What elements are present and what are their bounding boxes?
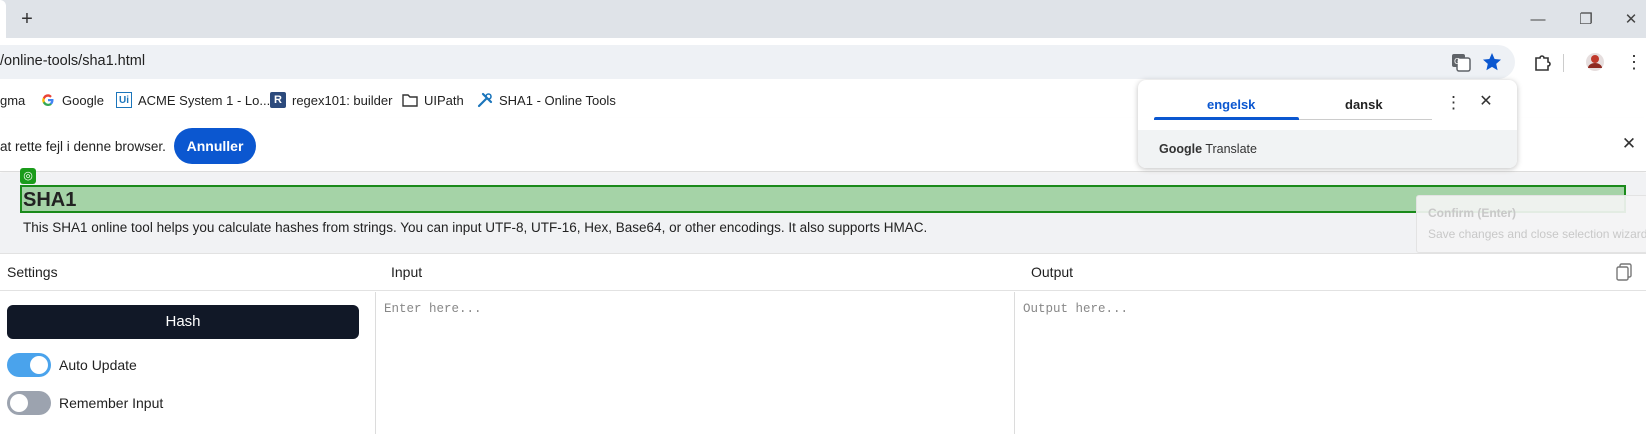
hash-button[interactable]: Hash bbox=[7, 305, 359, 339]
bookmark-uipath-folder[interactable]: UIPath bbox=[402, 91, 464, 109]
bookmark-acme[interactable]: Ui ACME System 1 - Lo... bbox=[116, 91, 270, 109]
page-title: SHA1 bbox=[23, 189, 77, 211]
url-text[interactable]: /online-tools/sha1.html bbox=[0, 53, 145, 69]
folder-icon bbox=[402, 92, 418, 108]
address-bar[interactable]: /online-tools/sha1.html G bbox=[0, 45, 1515, 79]
settings-panel: Hash Auto Update Remember Input bbox=[0, 291, 375, 434]
input-header: Input bbox=[391, 264, 423, 280]
profile-avatar-icon[interactable] bbox=[1584, 51, 1606, 73]
target-icon[interactable]: ◎ bbox=[20, 168, 36, 184]
browser-menu-icon[interactable]: ⋮ bbox=[1625, 51, 1643, 73]
bookmark-google[interactable]: Google bbox=[40, 91, 104, 109]
tooltip-title: Confirm (Enter) bbox=[1428, 206, 1516, 220]
tools-icon bbox=[477, 92, 493, 108]
translate-popup: engelsk dansk ⋮ ✕ Google Translate bbox=[1138, 80, 1517, 168]
translate-footer: Google Translate bbox=[1138, 130, 1517, 168]
extensions-icon[interactable] bbox=[1532, 51, 1554, 73]
bookmark-label: SHA1 - Online Tools bbox=[499, 92, 616, 108]
brand-translate: Translate bbox=[1205, 142, 1257, 156]
auto-update-toggle[interactable] bbox=[7, 353, 51, 377]
input-textarea[interactable]: Enter here... bbox=[375, 292, 1015, 434]
output-textarea[interactable]: Output here... bbox=[1015, 292, 1646, 434]
info-bar-close-icon[interactable]: ✕ bbox=[1620, 135, 1638, 153]
bookmark-label: UIPath bbox=[424, 92, 464, 108]
google-translate-logo: Google Translate bbox=[1159, 142, 1257, 156]
bookmark-label: regex101: builder bbox=[292, 92, 393, 108]
bookmark-figma[interactable]: gma bbox=[0, 91, 25, 109]
bookmark-sha1-tools[interactable]: SHA1 - Online Tools bbox=[477, 91, 616, 109]
google-icon bbox=[40, 92, 56, 108]
settings-header: Settings bbox=[7, 264, 58, 280]
remember-input-toggle[interactable] bbox=[7, 391, 51, 415]
restore-button[interactable]: ❐ bbox=[1576, 10, 1596, 30]
language-tabs: engelsk dansk bbox=[1154, 90, 1432, 120]
new-tab-button[interactable]: + bbox=[16, 9, 38, 31]
regex101-icon: R bbox=[270, 92, 286, 108]
auto-update-label: Auto Update bbox=[59, 357, 137, 373]
column-headers: Settings Input Output bbox=[0, 253, 1646, 291]
bookmark-label: ACME System 1 - Lo... bbox=[138, 92, 271, 108]
tooltip-text: Save changes and close selection wizard. bbox=[1428, 227, 1646, 241]
bookmark-star-icon[interactable] bbox=[1481, 51, 1503, 73]
translate-options-icon[interactable]: ⋮ bbox=[1445, 92, 1462, 114]
svg-text:G: G bbox=[1454, 57, 1460, 66]
remember-input-label: Remember Input bbox=[59, 395, 164, 411]
selection-highlight[interactable] bbox=[20, 185, 1626, 213]
bookmark-label: gma bbox=[0, 92, 26, 108]
bookmark-regex101[interactable]: R regex101: builder bbox=[270, 91, 392, 109]
selection-tooltip: Confirm (Enter) Save changes and close s… bbox=[1416, 195, 1646, 253]
cancel-button[interactable]: Annuller bbox=[174, 128, 256, 164]
tab-source-language[interactable]: engelsk bbox=[1207, 97, 1255, 112]
output-placeholder: Output here... bbox=[1023, 302, 1129, 316]
page-description: This SHA1 online tool helps you calculat… bbox=[23, 220, 928, 235]
toolbar-divider bbox=[1563, 54, 1564, 72]
output-header: Output bbox=[1031, 264, 1074, 280]
active-tab-fragment[interactable] bbox=[0, 0, 6, 38]
toggle-knob bbox=[30, 356, 48, 374]
brand-google: Google bbox=[1159, 142, 1203, 156]
minimize-button[interactable]: — bbox=[1528, 10, 1548, 30]
copy-icon[interactable] bbox=[1614, 262, 1634, 282]
page-content: ◎ SHA1 This SHA1 online tool helps you c… bbox=[0, 168, 1646, 434]
active-tab-indicator bbox=[1154, 117, 1299, 120]
translate-icon[interactable]: G bbox=[1450, 51, 1472, 73]
bookmark-label: Google bbox=[62, 92, 104, 108]
toggle-knob bbox=[10, 394, 28, 412]
translate-close-icon[interactable]: ✕ bbox=[1477, 93, 1495, 111]
page-header: ◎ SHA1 This SHA1 online tool helps you c… bbox=[0, 168, 1646, 253]
uipath-icon: Ui bbox=[116, 92, 132, 108]
close-window-button[interactable]: ✕ bbox=[1621, 10, 1641, 30]
browser-toolbar: /online-tools/sha1.html G ⋮ bbox=[0, 38, 1646, 80]
tab-target-language[interactable]: dansk bbox=[1345, 97, 1383, 112]
info-bar-text: at rette fejl i denne browser. bbox=[0, 139, 166, 154]
input-placeholder: Enter here... bbox=[384, 302, 482, 316]
tab-strip: + — ❐ ✕ bbox=[0, 0, 1646, 38]
